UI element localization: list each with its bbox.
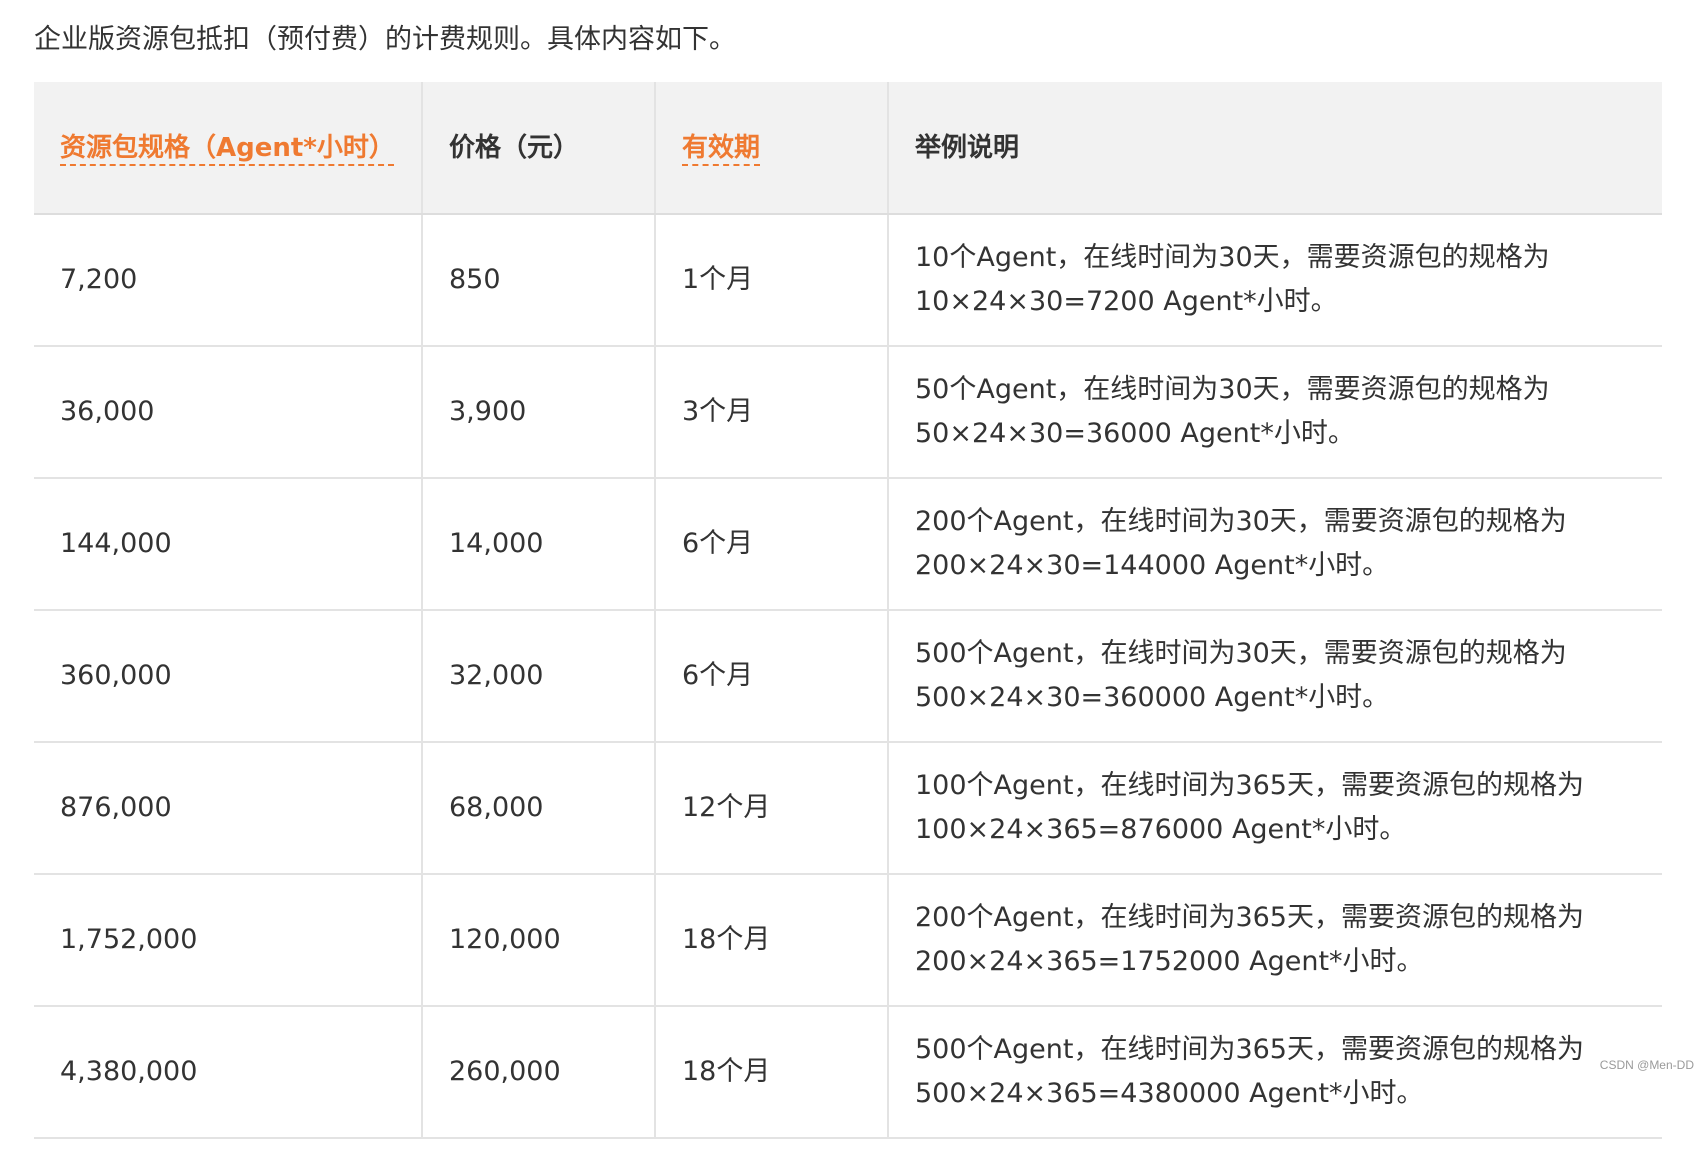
example-line: 500个Agent，在线时间为365天，需要资源包的规格为 (915, 1034, 1584, 1065)
cell-price: 850 (422, 214, 656, 347)
table-row: 4,380,000 260,000 18个月 500个Agent，在线时间为36… (34, 1006, 1662, 1139)
cell-validity: 6个月 (655, 610, 889, 743)
example-formula: 100×24×365=876000 Agent*小时。 (915, 814, 1407, 845)
example-formula: 200×24×30=144000 Agent*小时。 (915, 550, 1390, 581)
table-row: 876,000 68,000 12个月 100个Agent，在线时间为365天，… (34, 742, 1662, 875)
cell-validity: 3个月 (655, 346, 889, 479)
cell-example: 500个Agent，在线时间为365天，需要资源包的规格为 500×24×365… (888, 1006, 1662, 1139)
table-body: 7,200 850 1个月 10个Agent，在线时间为30天，需要资源包的规格… (34, 214, 1662, 1139)
cell-validity: 12个月 (655, 742, 889, 875)
cell-price: 68,000 (422, 742, 656, 875)
cell-price: 260,000 (422, 1006, 656, 1139)
cell-spec: 7,200 (34, 214, 423, 347)
cell-spec: 360,000 (34, 610, 423, 743)
header-spec: 资源包规格（Agent*小时） (34, 82, 423, 215)
example-line: 200个Agent，在线时间为30天，需要资源包的规格为 (915, 506, 1567, 537)
cell-price: 14,000 (422, 478, 656, 611)
example-formula: 500×24×365=4380000 Agent*小时。 (915, 1078, 1424, 1109)
example-formula: 10×24×30=7200 Agent*小时。 (915, 286, 1338, 317)
cell-spec: 36,000 (34, 346, 423, 479)
cell-price: 32,000 (422, 610, 656, 743)
header-spec-term-link[interactable]: 资源包规格（Agent*小时） (60, 133, 395, 163)
table-row: 360,000 32,000 6个月 500个Agent，在线时间为30天，需要… (34, 610, 1662, 743)
table-header-row: 资源包规格（Agent*小时） 价格（元） 有效期 举例说明 (34, 82, 1662, 215)
cell-example: 200个Agent，在线时间为30天，需要资源包的规格为 200×24×30=1… (888, 478, 1662, 611)
table-row: 7,200 850 1个月 10个Agent，在线时间为30天，需要资源包的规格… (34, 214, 1662, 347)
cell-spec: 144,000 (34, 478, 423, 611)
cell-spec: 1,752,000 (34, 874, 423, 1007)
example-line: 50个Agent，在线时间为30天，需要资源包的规格为 (915, 374, 1550, 405)
header-validity: 有效期 (655, 82, 889, 215)
header-price: 价格（元） (422, 82, 656, 215)
header-example: 举例说明 (888, 82, 1662, 215)
cell-price: 120,000 (422, 874, 656, 1007)
cell-validity: 18个月 (655, 874, 889, 1007)
cell-validity: 18个月 (655, 1006, 889, 1139)
cell-validity: 1个月 (655, 214, 889, 347)
watermark: CSDN @Men-DD (1599, 1058, 1694, 1072)
pricing-table: 资源包规格（Agent*小时） 价格（元） 有效期 举例说明 7,200 850… (34, 82, 1662, 1139)
cell-validity: 6个月 (655, 478, 889, 611)
cell-example: 10个Agent，在线时间为30天，需要资源包的规格为 10×24×30=720… (888, 214, 1662, 347)
example-line: 100个Agent，在线时间为365天，需要资源包的规格为 (915, 770, 1584, 801)
cell-spec: 4,380,000 (34, 1006, 423, 1139)
example-line: 200个Agent，在线时间为365天，需要资源包的规格为 (915, 902, 1584, 933)
table-header: 资源包规格（Agent*小时） 价格（元） 有效期 举例说明 (34, 82, 1662, 215)
cell-example: 500个Agent，在线时间为30天，需要资源包的规格为 500×24×30=3… (888, 610, 1662, 743)
table-row: 36,000 3,900 3个月 50个Agent，在线时间为30天，需要资源包… (34, 346, 1662, 479)
example-line: 10个Agent，在线时间为30天，需要资源包的规格为 (915, 242, 1550, 273)
cell-example: 200个Agent，在线时间为365天，需要资源包的规格为 200×24×365… (888, 874, 1662, 1007)
example-formula: 200×24×365=1752000 Agent*小时。 (915, 946, 1424, 977)
example-formula: 50×24×30=36000 Agent*小时。 (915, 418, 1355, 449)
table-row: 144,000 14,000 6个月 200个Agent，在线时间为30天，需要… (34, 478, 1662, 611)
header-validity-term-link[interactable]: 有效期 (682, 133, 760, 163)
cell-example: 50个Agent，在线时间为30天，需要资源包的规格为 50×24×30=360… (888, 346, 1662, 479)
cell-example: 100个Agent，在线时间为365天，需要资源包的规格为 100×24×365… (888, 742, 1662, 875)
intro-text: 企业版资源包抵扣（预付费）的计费规则。具体内容如下。 (34, 24, 736, 55)
cell-spec: 876,000 (34, 742, 423, 875)
cell-price: 3,900 (422, 346, 656, 479)
example-formula: 500×24×30=360000 Agent*小时。 (915, 682, 1390, 713)
example-line: 500个Agent，在线时间为30天，需要资源包的规格为 (915, 638, 1567, 669)
table-row: 1,752,000 120,000 18个月 200个Agent，在线时间为36… (34, 874, 1662, 1007)
